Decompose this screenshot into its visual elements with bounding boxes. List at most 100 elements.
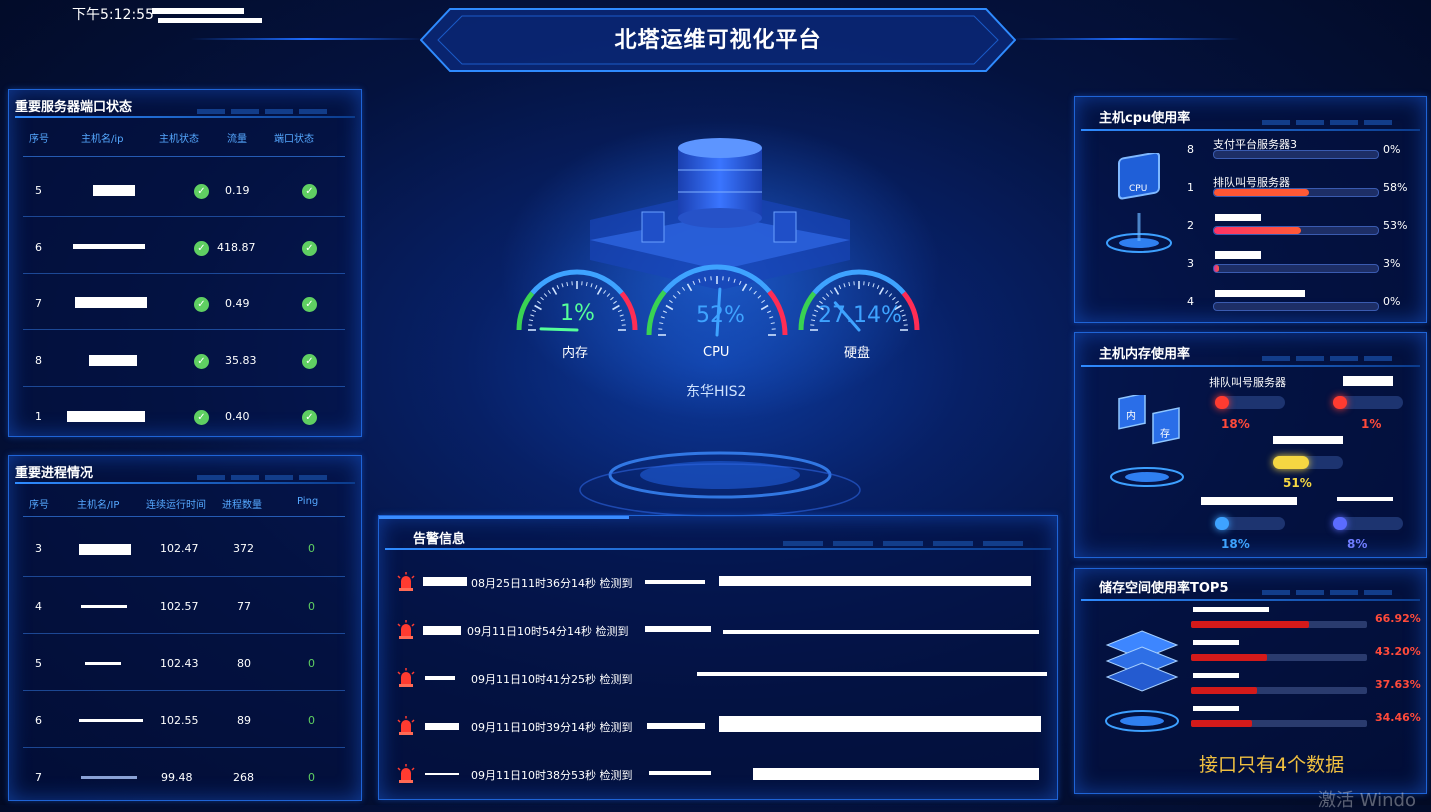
table-row[interactable]: 8 ✓ 35.83 ✓ <box>23 330 345 387</box>
cpu-row[interactable]: 40% <box>1187 291 1431 311</box>
table-row[interactable]: 3 102.47 372 0 <box>23 520 345 577</box>
row-runtime: 102.57 <box>160 600 199 613</box>
redacted-host <box>85 662 121 665</box>
storage-bar-track <box>1191 621 1367 628</box>
redacted-host <box>81 605 127 608</box>
table-row[interactable]: 5 102.43 80 0 <box>23 634 345 691</box>
panel-decoration <box>1262 119 1412 127</box>
gauge-tick <box>621 320 625 321</box>
storage-bar-track <box>1191 654 1367 661</box>
storage-pct: 34.46% <box>1375 711 1421 724</box>
redacted-text <box>1215 251 1261 259</box>
gauge-tick <box>618 310 622 312</box>
gauge-tick <box>839 285 841 289</box>
storage-bar-fill <box>1191 687 1257 694</box>
redacted-text <box>1193 706 1239 711</box>
gauge-tick <box>666 306 673 310</box>
gauge-tick <box>669 300 672 302</box>
alarm-time: 09月11日10时38分53秒 检测到 <box>471 767 632 783</box>
table-row[interactable]: 7 ✓ 0.49 ✓ <box>23 273 345 330</box>
mem-pct: 18% <box>1221 537 1250 551</box>
alarm-item[interactable]: 09月11日10时41分25秒 检测到 <box>397 668 1047 690</box>
cpu-gauge-value: 52% <box>696 303 745 328</box>
gauge-tick <box>620 315 624 316</box>
gauge-tick <box>877 285 879 289</box>
redacted-text <box>158 18 262 23</box>
cpu-bar-track <box>1213 188 1379 197</box>
col-index: 序号 <box>29 130 49 145</box>
row-ping: 0 <box>308 600 315 613</box>
gauge-tick <box>661 317 665 318</box>
row-runtime: 102.55 <box>160 714 199 727</box>
gauge-tick <box>728 277 729 281</box>
redacted-text <box>423 577 467 586</box>
cpu-rank: 1 <box>1187 181 1194 194</box>
cpu-row[interactable]: 1排队叫号服务器58% <box>1187 177 1431 197</box>
gauge-tick <box>873 283 874 287</box>
mem-gauge-fill <box>1215 517 1229 530</box>
cpu-bar-fill <box>1214 265 1219 272</box>
table-row[interactable]: 6 ✓ 418.87 ✓ <box>23 217 345 274</box>
alarm-item[interactable]: 09月11日10时38分53秒 检测到 <box>397 764 1047 786</box>
gauge-tick <box>535 306 542 310</box>
gauge-tick <box>705 277 706 281</box>
cpu-rank: 8 <box>1187 143 1194 156</box>
table-row[interactable]: 5 ✓ 0.19 ✓ <box>23 160 345 217</box>
alarm-light-icon <box>397 764 415 784</box>
row-runtime: 102.43 <box>160 657 199 670</box>
cpu-row[interactable]: 253% <box>1187 215 1431 235</box>
storage-bar-fill <box>1191 720 1252 727</box>
data-note: 接口只有4个数据 <box>1199 750 1344 777</box>
gauge-tick <box>739 281 741 285</box>
row-traffic: 0.19 <box>225 184 250 197</box>
redacted-host <box>93 185 135 196</box>
gauge-tick <box>607 294 610 297</box>
redacted-host <box>73 244 145 249</box>
alarm-item[interactable]: 09月11日10时54分14秒 检测到 <box>397 620 1047 642</box>
table-row[interactable]: 6 102.55 89 0 <box>23 691 345 748</box>
alarm-item[interactable]: 09月11日10时39分14秒 检测到 <box>397 716 1047 738</box>
gauge-tick <box>754 291 757 294</box>
gauge-tick <box>903 320 907 321</box>
redacted-text <box>649 771 711 775</box>
gauge-tick <box>678 291 681 294</box>
check-circle-icon: ✓ <box>302 354 317 369</box>
redacted-text <box>753 768 1039 780</box>
mem-gauge-track <box>1333 517 1403 530</box>
check-circle-icon: ✓ <box>194 297 209 312</box>
mem-gauge-fill <box>1333 396 1347 409</box>
row-index: 1 <box>35 410 42 423</box>
redacted-text <box>423 626 461 635</box>
gauge-tick <box>758 296 761 299</box>
table-row[interactable]: 1 ✓ 0.40 ✓ <box>23 386 345 442</box>
table-row[interactable]: 4 102.57 77 0 <box>23 577 345 634</box>
gauge-tick <box>823 297 826 300</box>
alarm-item[interactable]: 08月25日11时36分14秒 检测到 <box>397 572 1047 594</box>
gauge-tick <box>567 282 568 286</box>
header-divider <box>23 156 345 157</box>
cpu-panel-title: 主机cpu使用率 <box>1099 107 1190 126</box>
check-circle-icon: ✓ <box>194 354 209 369</box>
row-ping: 0 <box>308 657 315 670</box>
row-index: 6 <box>35 241 42 254</box>
gauge-tick <box>557 285 559 289</box>
row-traffic: 35.83 <box>225 354 257 367</box>
cpu-pct: 58% <box>1383 181 1407 194</box>
cpu-rank: 3 <box>1187 257 1194 270</box>
cpu-row[interactable]: 33% <box>1187 253 1431 273</box>
cpu-pct: 53% <box>1383 219 1407 232</box>
cpu-bar-fill <box>1214 189 1309 196</box>
gauge-tick <box>553 288 557 295</box>
redacted-text <box>1193 640 1239 645</box>
cpu-row[interactable]: 8支付平台服务器30% <box>1187 139 1431 159</box>
redacted-text <box>1193 607 1269 612</box>
gauge-tick <box>548 290 550 293</box>
mem-gauge-value: 1% <box>560 301 595 326</box>
gauge-tick <box>693 281 695 285</box>
table-row[interactable]: 7 99.48 268 0 <box>23 748 345 804</box>
alarm-time: 09月11日10时41分25秒 检测到 <box>471 671 632 687</box>
mem-pct: 18% <box>1221 417 1250 431</box>
storage-pct: 66.92% <box>1375 612 1421 625</box>
row-runtime: 99.48 <box>161 771 193 784</box>
row-index: 7 <box>35 771 42 784</box>
